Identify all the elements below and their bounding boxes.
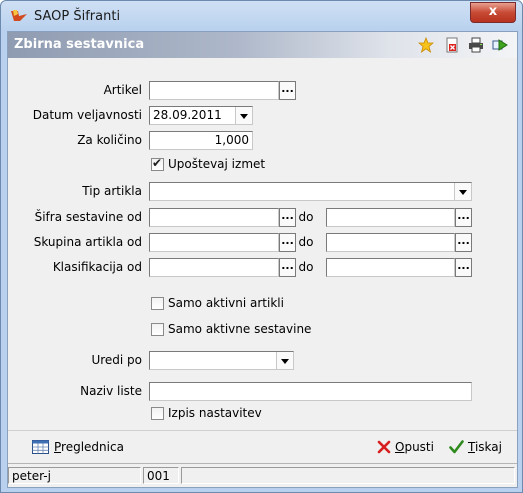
opusti-label: Opusti: [395, 440, 434, 454]
tiskaj-label: Tiskaj: [468, 440, 502, 454]
sifra-from-input[interactable]: [149, 208, 279, 227]
window-title: SAOP Šifranti: [34, 9, 121, 24]
checkmark-icon: [449, 440, 464, 454]
tip-label: Tip artikla: [82, 184, 142, 198]
sifra-to-input[interactable]: [326, 208, 455, 227]
preglednica-label: Preglednica: [54, 440, 124, 454]
klasifikacija-from-browse-button[interactable]: ...: [279, 258, 296, 277]
nastavitev-checkbox[interactable]: [151, 407, 164, 420]
klasifikacija-to-browse-button[interactable]: ...: [455, 258, 472, 277]
skupina-from-input[interactable]: [149, 233, 279, 252]
app-logo-icon: [11, 10, 27, 21]
status-code: 001: [143, 467, 179, 484]
datum-value: 28.09.2011: [153, 108, 222, 122]
skupina-to-input[interactable]: [326, 233, 455, 252]
datum-input[interactable]: 28.09.2011: [149, 106, 253, 125]
samo-aktivne-checkbox[interactable]: [151, 323, 164, 336]
klasifikacija-do-label: do: [298, 260, 314, 274]
application-window: SAOP Šifranti x Zbirna sestavnica Artike…: [0, 0, 523, 493]
close-button[interactable]: x: [470, 2, 516, 23]
naziv-input[interactable]: [149, 382, 472, 401]
client-area: Zbirna sestavnica Artikel ... Datum velj…: [7, 31, 518, 488]
uredi-select[interactable]: [149, 351, 294, 370]
kolicina-label: Za količino: [77, 133, 142, 147]
status-user: peter-j: [8, 467, 141, 484]
artikel-browse-button[interactable]: ...: [279, 81, 296, 100]
skupina-to-browse-button[interactable]: ...: [455, 233, 472, 252]
artikel-label: Artikel: [103, 83, 142, 97]
status-bar: peter-j 001: [8, 463, 517, 487]
star-icon[interactable]: [418, 37, 434, 53]
kolicina-input[interactable]: 1,000: [149, 131, 253, 150]
table-icon: [32, 440, 49, 454]
run-icon[interactable]: [492, 37, 508, 53]
title-bar: SAOP Šifranti x: [1, 1, 522, 31]
sifra-to-browse-button[interactable]: ...: [455, 208, 472, 227]
sifra-from-browse-button[interactable]: ...: [279, 208, 296, 227]
izmet-label: Upoštevaj izmet: [168, 157, 266, 171]
datum-label: Datum veljavnosti: [32, 108, 142, 122]
cancel-x-icon: [377, 440, 391, 454]
klasifikacija-to-input[interactable]: [326, 258, 455, 277]
button-separator: [8, 430, 517, 431]
samo-aktivne-label: Samo aktivne sestavine: [168, 322, 312, 336]
izmet-checkbox[interactable]: [151, 156, 164, 171]
klasifikacija-label: Klasifikacija od: [52, 260, 142, 274]
tip-select[interactable]: [149, 182, 472, 201]
uredi-dropdown-button[interactable]: [276, 352, 293, 369]
nastavitev-label: Izpis nastavitev: [168, 406, 262, 420]
klasifikacija-from-input[interactable]: [149, 258, 279, 277]
delete-document-icon[interactable]: [444, 37, 460, 53]
datum-dropdown-button[interactable]: [235, 107, 252, 124]
tip-dropdown-button[interactable]: [454, 183, 471, 200]
samo-aktivni-checkbox[interactable]: [151, 297, 164, 310]
header-title: Zbirna sestavnica: [14, 37, 145, 52]
skupina-label: Skupina artikla od: [33, 235, 142, 249]
sifra-do-label: do: [298, 210, 314, 224]
skupina-from-browse-button[interactable]: ...: [279, 233, 296, 252]
samo-aktivni-label: Samo aktivni artikli: [168, 296, 284, 310]
status-message: [181, 467, 515, 484]
skupina-do-label: do: [298, 235, 314, 249]
naziv-label: Naziv liste: [80, 384, 142, 398]
printer-icon[interactable]: [468, 37, 484, 53]
sifra-label: Šifra sestavine od: [34, 210, 142, 224]
artikel-input[interactable]: [149, 81, 279, 100]
uredi-label: Uredi po: [91, 353, 142, 367]
header-strip: Zbirna sestavnica: [8, 32, 517, 58]
